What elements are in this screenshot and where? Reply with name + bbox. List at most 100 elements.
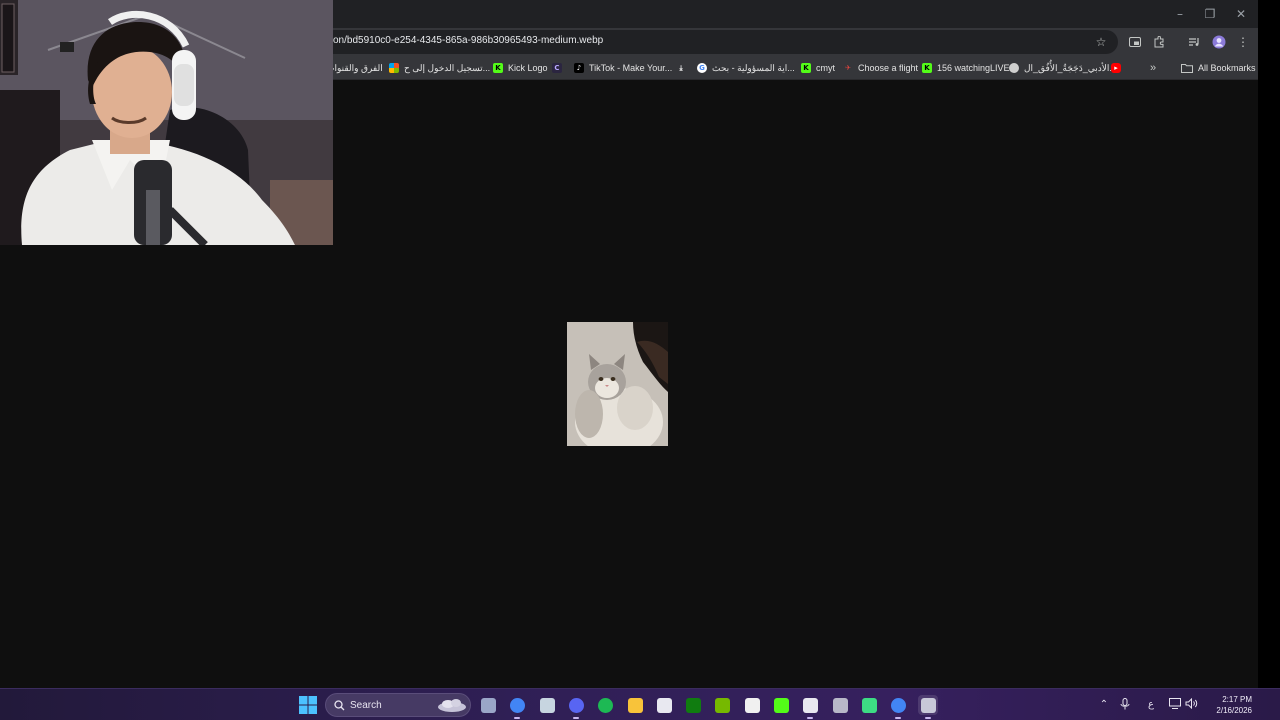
- url-text: on/bd5910c0-e254-4345-865a-986b30965493-…: [333, 35, 604, 46]
- media-controls-icon[interactable]: [1185, 33, 1203, 51]
- microsoft-icon: [389, 63, 399, 73]
- file-explorer-glyph-icon: [627, 697, 643, 713]
- youtube-icon: ▸: [1111, 63, 1121, 73]
- address-bar[interactable]: on/bd5910c0-e254-4345-865a-986b30965493-…: [322, 30, 1118, 54]
- tiktok-icon: ♪: [574, 63, 584, 73]
- bookmark-item[interactable]: تسجيل الدخول إلى ح...: [389, 60, 490, 76]
- bookmark-label: الفرق والقنوات: [326, 62, 383, 73]
- download-icon: ⤓: [679, 64, 683, 72]
- bookmark-label: cmyt: [816, 63, 835, 73]
- notepad-app-icon[interactable]: [742, 695, 762, 715]
- camera-app-icon[interactable]: [478, 695, 498, 715]
- picture-in-picture-icon[interactable]: [1126, 33, 1144, 51]
- play-glyph-icon: [773, 697, 789, 713]
- start-button[interactable]: [299, 696, 317, 714]
- bookmark-label: 156 watchingLIVE: [937, 63, 1010, 73]
- bookmark-label: اية المسؤولية - بحث...: [712, 62, 795, 73]
- discord-glyph-icon: [568, 697, 584, 713]
- chrome-profile-glyph-icon: [890, 697, 906, 713]
- taskbar-search[interactable]: Search: [325, 693, 471, 717]
- input-language-indicator[interactable]: ع: [1144, 698, 1158, 712]
- bookmark-item[interactable]: K 156 watchingLIVE: [922, 60, 1010, 76]
- system-clock[interactable]: 2:17 PM 2/16/2026: [1202, 694, 1252, 716]
- all-bookmarks-button[interactable]: All Bookmarks: [1181, 60, 1256, 76]
- chrome-profile-app-icon[interactable]: [888, 695, 908, 719]
- search-highlight-icon: [438, 699, 466, 712]
- clock-date: 2/16/2026: [1216, 706, 1252, 715]
- kick-icon: K: [801, 63, 811, 73]
- webcam-overlay: [0, 0, 333, 245]
- restore-button[interactable]: ❐: [1200, 5, 1220, 23]
- clock-time: 2:17 PM: [1222, 695, 1252, 704]
- green-glyph-icon: [861, 697, 877, 713]
- trash-app-icon[interactable]: [830, 695, 850, 715]
- bookmark-star-icon[interactable]: ☆: [1092, 33, 1110, 51]
- chrome-glyph-icon: [509, 697, 525, 713]
- plane-icon: ✈: [845, 64, 851, 72]
- notepad-glyph-icon: [744, 697, 760, 713]
- bookmark-label: Kick Logo: [508, 63, 548, 73]
- chevron-double-right-icon: »: [1150, 62, 1157, 74]
- bookmark-item[interactable]: ▸: [1111, 60, 1121, 76]
- extensions-icon[interactable]: [1150, 33, 1168, 51]
- windows-logo-icon: [299, 696, 317, 714]
- nvidia-glyph-icon: [714, 697, 730, 713]
- close-button[interactable]: ✕: [1231, 5, 1251, 23]
- play-app-icon[interactable]: [771, 695, 791, 715]
- running-indicator: [514, 717, 520, 719]
- bookmark-label: الأدبي_دَجَجَةُ_الأُفُق_ال...: [1024, 62, 1117, 73]
- bookmark-item[interactable]: الأدبي_دَجَجَةُ_الأُفُق_ال...: [1009, 60, 1117, 76]
- minimize-button[interactable]: –: [1170, 5, 1190, 23]
- g-hub-app-icon[interactable]: [800, 695, 820, 719]
- file-explorer-app-icon[interactable]: [625, 695, 645, 715]
- store-glyph-icon: [656, 697, 672, 713]
- microphone-icon[interactable]: [1118, 698, 1132, 712]
- bookmark-item[interactable]: ⤓: [676, 60, 686, 76]
- profile-avatar-icon[interactable]: [1210, 33, 1228, 51]
- nvidia-app-icon[interactable]: [712, 695, 732, 715]
- trash-glyph-icon: [832, 697, 848, 713]
- browser-menu-icon[interactable]: ⋮: [1234, 33, 1252, 51]
- folder-icon: [1181, 64, 1193, 73]
- steam-app-icon[interactable]: [537, 695, 557, 715]
- search-icon: [334, 700, 345, 711]
- canva-icon: C: [552, 63, 562, 73]
- running-indicator: [895, 717, 901, 719]
- green-app-icon[interactable]: [859, 695, 879, 715]
- bookmark-label: TikTok - Make Your...: [589, 63, 673, 73]
- running-indicator: [925, 717, 931, 719]
- spotify-app-icon[interactable]: [595, 695, 615, 715]
- bookmark-item[interactable]: K Kick Logo: [493, 60, 548, 76]
- taskbar: Search ⌃ ع 2:17 PM 2/16/2026: [0, 688, 1280, 720]
- g-hub-glyph-icon: [802, 697, 818, 713]
- bookmark-item[interactable]: ✈ Choose a flight: [843, 60, 918, 76]
- running-indicator: [573, 717, 579, 719]
- bookmark-item[interactable]: K cmyt: [801, 60, 835, 76]
- bookmarks-overflow-button[interactable]: »: [1150, 60, 1156, 76]
- network-icon[interactable]: [1168, 698, 1182, 712]
- kick-icon: K: [493, 63, 503, 73]
- discord-app-icon[interactable]: [566, 695, 586, 719]
- all-bookmarks-label: All Bookmarks: [1198, 63, 1256, 73]
- settings-glyph-icon: [920, 697, 936, 713]
- spotify-glyph-icon: [597, 697, 613, 713]
- bookmark-item[interactable]: G اية المسؤولية - بحث...: [697, 60, 795, 76]
- chrome-app-icon[interactable]: [507, 695, 527, 719]
- bookmark-label: تسجيل الدخول إلى ح...: [404, 62, 491, 73]
- bookmark-label: Choose a flight: [858, 63, 919, 73]
- settings-app-icon[interactable]: [918, 695, 938, 719]
- xbox-glyph-icon: [685, 697, 701, 713]
- volume-icon[interactable]: [1184, 697, 1198, 712]
- bookmark-item[interactable]: ♪ TikTok - Make Your...: [574, 60, 672, 76]
- kick-icon: K: [922, 63, 932, 73]
- search-label: Search: [350, 700, 382, 711]
- running-indicator: [807, 717, 813, 719]
- bookmark-item[interactable]: C: [552, 60, 562, 76]
- show-hidden-icons-chevron-icon[interactable]: ⌃: [1097, 698, 1111, 712]
- desktop: – ❐ ✕ on/bd5910c0-e254-4345-865a-986b309…: [0, 0, 1280, 720]
- bookmark-item[interactable]: الفرق والقنوات: [326, 60, 383, 76]
- google-icon: G: [697, 63, 707, 73]
- steam-glyph-icon: [539, 697, 555, 713]
- xbox-app-icon[interactable]: [683, 695, 703, 715]
- store-app-icon[interactable]: [654, 695, 674, 715]
